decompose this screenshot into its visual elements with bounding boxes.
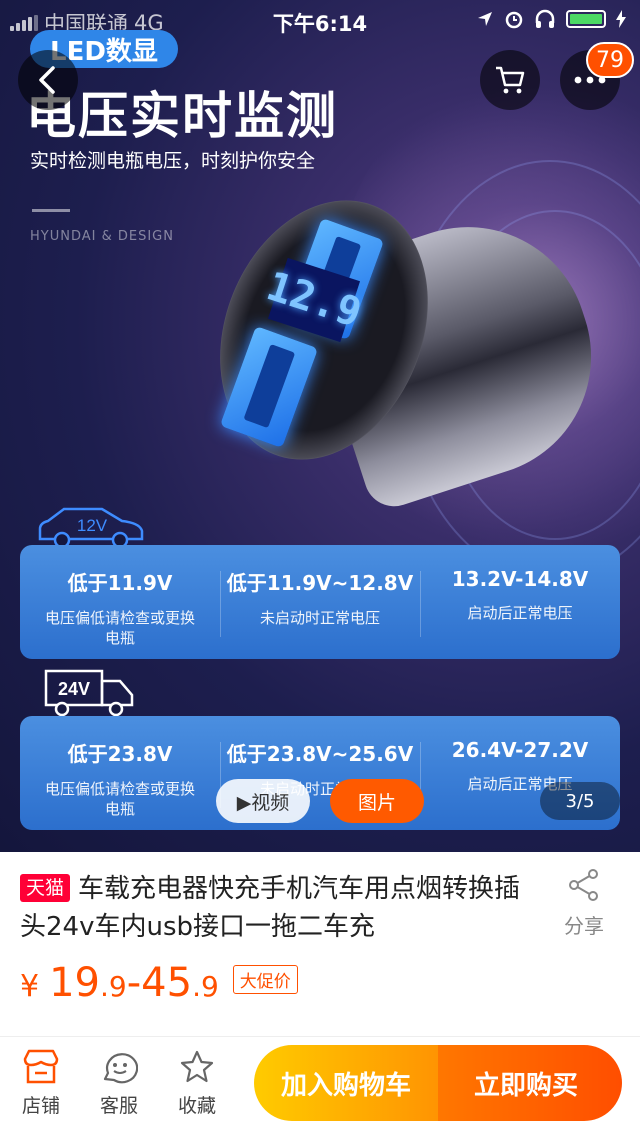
voltage-value: 低于23.8V — [67, 742, 173, 766]
hero-brand: HYUNDAI & DESIGN — [30, 229, 174, 244]
voltage-cell: 低于11.9V 电压偏低请检查或更换电瓶 — [20, 545, 220, 659]
charging-icon — [616, 10, 626, 28]
price-low: 19 — [49, 960, 100, 1006]
alarm-icon — [505, 11, 523, 29]
cart-button[interactable] — [480, 50, 540, 110]
favorite-label: 收藏 — [177, 1095, 216, 1117]
currency-symbol: ¥ — [20, 969, 40, 1004]
video-tab[interactable]: ▶视频 — [216, 779, 310, 823]
truck-icon: 24V — [44, 669, 134, 717]
decorative-line — [32, 209, 70, 212]
customer-service-icon — [103, 1053, 138, 1084]
voltage-cell: 低于23.8V 电压偏低请检查或更换电瓶 — [20, 716, 220, 830]
voltage-value: 13.2V-14.8V — [451, 567, 589, 591]
store-label: 店铺 — [21, 1095, 60, 1117]
hero-subtitle: 实时检测电瓶电压，时刻护你安全 — [30, 150, 316, 172]
voltage-desc: 电压偏低请检查或更换电瓶 — [44, 609, 195, 647]
voltage-card-24v: 低于23.8V 电压偏低请检查或更换电瓶 低于23.8V~25.6V 未启动时正… — [20, 716, 620, 830]
page-indicator: 3/5 — [540, 782, 620, 820]
add-to-cart-button[interactable]: 加入购物车 — [254, 1045, 438, 1121]
price-separator: - — [126, 960, 142, 1006]
voltage-desc: 电压偏低请检查或更换电瓶 — [44, 780, 195, 818]
back-button[interactable] — [18, 50, 78, 110]
voltage-cell: 13.2V-14.8V 启动后正常电压 — [420, 545, 620, 659]
buy-now-button[interactable]: 立即购买 — [438, 1045, 622, 1121]
price-row: ¥ 19 .9 - 45 .9 大促价 — [20, 960, 298, 1006]
product-title-text: 车载充电器快充手机汽车用点烟转换插头24v车内usb接口一拖二车充 — [20, 874, 521, 942]
voltage-desc: 启动后正常电压 — [467, 604, 573, 622]
product-image-carousel[interactable]: 中国联通 4G 下午6:14 LED数显 电压实时监测 实时检测电瓶电压，时刻护… — [0, 0, 640, 852]
store-tab[interactable]: 店铺 — [6, 1049, 76, 1118]
chevron-left-icon — [39, 66, 55, 94]
product-title: 天猫 车载充电器快充手机汽车用点烟转换插头24v车内usb接口一拖二车充 — [20, 870, 540, 946]
purchase-actions: 加入购物车 立即购买 — [254, 1045, 622, 1121]
cart-icon — [496, 66, 525, 94]
headphones-icon — [535, 9, 555, 28]
battery-icon — [566, 10, 606, 28]
voltage-cell: 低于11.9V~12.8V 未启动时正常电压 — [220, 545, 420, 659]
price-high: 45 — [141, 960, 193, 1006]
truck-voltage-label: 24V — [58, 679, 90, 699]
price-high-decimal: .9 — [192, 970, 219, 1003]
share-button[interactable]: 分享 — [556, 868, 612, 939]
share-label: 分享 — [564, 914, 604, 938]
share-icon — [569, 869, 598, 901]
message-count-badge: 79 — [586, 42, 634, 78]
promo-tag: 大促价 — [232, 964, 298, 994]
voltage-value: 低于11.9V~12.8V — [226, 571, 414, 595]
voltage-card-12v: 低于11.9V 电压偏低请检查或更换电瓶 低于11.9V~12.8V 未启动时正… — [20, 545, 620, 659]
favorite-tab[interactable]: 收藏 — [162, 1049, 232, 1118]
service-tab[interactable]: 客服 — [84, 1049, 154, 1118]
store-icon — [23, 1049, 59, 1084]
car-voltage-label: 12V — [77, 516, 108, 535]
bottom-action-bar: 店铺 客服 收藏 加入购物车 立即购买 — [0, 1036, 640, 1136]
voltage-value: 低于11.9V — [67, 571, 173, 595]
image-tab[interactable]: 图片 — [330, 779, 424, 823]
voltage-value: 26.4V-27.2V — [451, 738, 589, 762]
voltage-desc: 未启动时正常电压 — [259, 609, 380, 627]
service-label: 客服 — [99, 1095, 138, 1117]
star-icon — [180, 1050, 214, 1083]
car-icon: 12V — [38, 507, 144, 549]
location-icon — [478, 12, 492, 26]
voltage-value: 低于23.8V~25.6V — [226, 742, 414, 766]
divider — [22, 1022, 62, 1030]
price-low-decimal: .9 — [100, 970, 127, 1003]
tmall-tag: 天猫 — [20, 874, 71, 902]
